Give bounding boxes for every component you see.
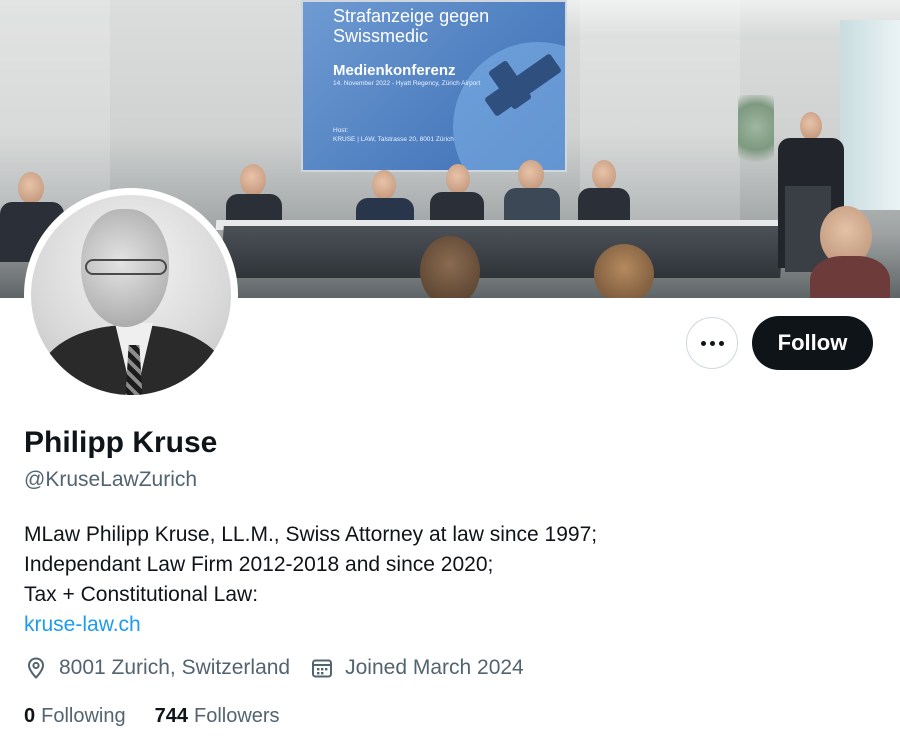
profile-handle: @KruseLawZurich	[24, 468, 198, 491]
calendar-icon	[312, 659, 333, 678]
location-text: 8001 Zurich, Switzerland	[59, 656, 291, 679]
location-pin-icon	[27, 657, 45, 679]
following-link[interactable]: 0 Following	[24, 705, 126, 728]
followers-count: 744	[154, 705, 188, 727]
followers-link[interactable]: 744 Followers	[155, 705, 280, 728]
banner-window	[840, 20, 900, 210]
following-count: 0	[24, 705, 36, 727]
follow-button[interactable]: Follow	[752, 316, 873, 370]
more-options-button[interactable]	[686, 317, 738, 369]
bio-line: Tax + Constitutional Law:	[24, 583, 259, 606]
more-horizontal-icon	[700, 340, 724, 346]
audience-member	[594, 244, 654, 298]
profile-meta: 8001 Zurich, Switzerland Joined March 20…	[24, 656, 524, 680]
presentation-screen: Strafanzeige gegen Swissmedic Medienkonf…	[301, 0, 567, 172]
avatar-glasses	[85, 259, 167, 275]
screen-host: Host: KRUSE | LAW, Talstrasse 20, 8001 Z…	[333, 126, 454, 144]
following-label: Following	[41, 705, 126, 727]
banner-plant	[738, 95, 774, 175]
audience-member	[420, 236, 480, 298]
joined-item: Joined March 2024	[310, 656, 524, 680]
location-item: 8001 Zurich, Switzerland	[24, 656, 290, 680]
profile-stats: 0 Following 744 Followers	[24, 705, 309, 728]
screen-host-line: KRUSE | LAW, Talstrasse 20, 8001 Zürich	[333, 136, 454, 143]
bio-line: Independant Law Firm 2012-2018 and since…	[24, 553, 494, 576]
screen-date: 14. November 2022 - Hyatt Regency, Züric…	[333, 80, 481, 87]
screen-title: Strafanzeige gegen Swissmedic	[333, 6, 490, 46]
website-link[interactable]: kruse-law.ch	[24, 613, 141, 636]
screen-subtitle: Medienkonferenz	[333, 62, 456, 79]
panel-table	[220, 226, 784, 278]
audience-member	[810, 256, 890, 298]
followers-label: Followers	[193, 705, 280, 727]
screen-host-label: Host:	[333, 127, 349, 134]
avatar[interactable]	[31, 195, 231, 395]
joined-text: Joined March 2024	[345, 656, 524, 679]
bio-line: MLaw Philipp Kruse, LL.M., Swiss Attorne…	[24, 523, 598, 546]
profile-bio: MLaw Philipp Kruse, LL.M., Swiss Attorne…	[24, 520, 597, 640]
profile-name: Philipp Kruse	[24, 426, 218, 459]
